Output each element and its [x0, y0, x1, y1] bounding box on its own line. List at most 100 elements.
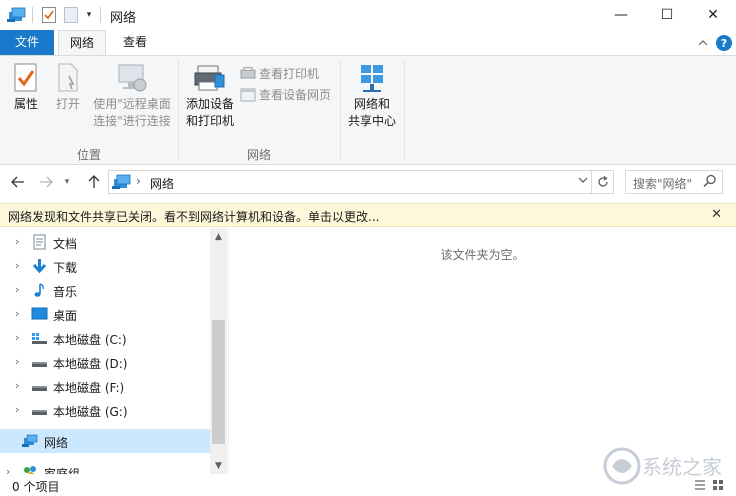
scroll-down-icon[interactable]: ▼	[210, 457, 227, 474]
expand-chevron-icon[interactable]: ›	[15, 283, 19, 296]
remote-desktop-label-line1: 使用"远程桌面	[93, 97, 171, 111]
music-icon	[34, 283, 44, 297]
recent-locations-chevron-icon[interactable]: ▾	[60, 172, 74, 192]
breadcrumb-chevron-icon[interactable]: ›	[136, 174, 141, 188]
tree-item-documents[interactable]: › 文档	[0, 230, 210, 254]
address-bar[interactable]: › 网络	[108, 170, 592, 194]
expand-chevron-icon[interactable]: ›	[15, 403, 19, 416]
forward-button[interactable]	[36, 172, 56, 192]
minimize-button[interactable]: —	[598, 0, 644, 30]
tree-item-drive-d[interactable]: › 本地磁盘 (D:)	[0, 350, 210, 374]
scrollbar-thumb[interactable]	[212, 320, 225, 444]
window-title: 网络	[110, 11, 137, 26]
view-device-webpage-button[interactable]: 查看设备网页	[240, 86, 331, 103]
add-device-label-line2: 和打印机	[185, 114, 234, 128]
expand-chevron-icon[interactable]: ›	[15, 331, 19, 344]
network-center-icon	[361, 65, 383, 92]
new-folder-quick-icon[interactable]	[62, 5, 80, 25]
help-icon[interactable]: ?	[716, 35, 732, 51]
download-icon	[32, 259, 47, 274]
tree-item-label: 本地磁盘 (G:)	[53, 405, 128, 419]
tree-item-homegroup[interactable]: › 家庭组	[0, 460, 210, 474]
refresh-icon	[597, 176, 608, 187]
up-arrow-icon	[88, 175, 100, 188]
tree-item-label: 家庭组	[44, 467, 81, 474]
tree-item-label: 本地磁盘 (D:)	[53, 357, 128, 371]
network-discovery-info-bar[interactable]: 网络发现和文件共享已关闭。看不到网络计算机和设备。单击以更改... ✕	[0, 203, 736, 227]
maximize-button[interactable]: ☐	[644, 0, 690, 30]
view-printers-icon	[240, 66, 256, 78]
group-label-network: 网络	[246, 148, 271, 162]
navigation-pane: › 文档 › 下载 › 音乐 › 桌面 › 本地磁盘 (C:) › 本地磁盘 (…	[0, 228, 228, 474]
file-list-area[interactable]: 该文件夹为空。	[229, 228, 736, 474]
tree-item-label: 音乐	[53, 285, 78, 299]
tree-item-label: 网络	[44, 436, 69, 450]
add-device-label-line1: 添加设备	[185, 97, 234, 111]
drive-icon	[32, 386, 47, 391]
expand-chevron-icon[interactable]: ›	[15, 379, 19, 392]
back-button[interactable]	[8, 172, 28, 192]
group-separator	[340, 60, 341, 160]
tree-item-drive-c[interactable]: › 本地磁盘 (C:)	[0, 326, 210, 350]
network-sharing-center-button[interactable]: 网络和 共享中心	[344, 62, 400, 130]
tree-item-network[interactable]: 网络	[0, 429, 210, 453]
expand-chevron-icon[interactable]: ›	[15, 355, 19, 368]
tab-file[interactable]: 文件	[0, 30, 54, 55]
tree-item-label: 本地磁盘 (C:)	[53, 333, 127, 347]
document-icon	[33, 234, 46, 250]
open-button[interactable]: 打开	[50, 62, 86, 113]
homegroup-icon	[24, 466, 36, 474]
device-webpage-icon	[240, 88, 256, 101]
item-count: 0 个项目	[12, 480, 60, 494]
close-button[interactable]: ✕	[690, 0, 736, 30]
back-arrow-icon	[11, 176, 24, 188]
properties-quick-icon[interactable]	[40, 5, 58, 25]
remote-desktop-button[interactable]: 使用"远程桌面 连接"进行连接	[88, 62, 176, 130]
info-bar-close-icon[interactable]: ✕	[711, 207, 722, 222]
expand-chevron-icon[interactable]: ›	[15, 307, 19, 320]
search-placeholder: 搜索"网络"	[633, 177, 693, 191]
search-box[interactable]: 搜索"网络"	[625, 170, 723, 194]
customize-toolbar-chevron-icon[interactable]: ▾	[82, 5, 96, 25]
empty-folder-message: 该文件夹为空。	[440, 248, 525, 262]
desktop-icon	[31, 307, 48, 320]
tree-item-drive-g[interactable]: › 本地磁盘 (G:)	[0, 398, 210, 422]
address-dropdown-chevron-icon[interactable]	[578, 175, 588, 186]
open-label: 打开	[55, 97, 80, 111]
expand-chevron-icon[interactable]: ›	[6, 465, 10, 474]
up-button[interactable]	[84, 172, 104, 192]
add-device-button[interactable]: 添加设备 和打印机	[182, 62, 238, 130]
properties-icon	[14, 63, 37, 92]
forward-arrow-icon	[40, 176, 53, 188]
group-separator	[404, 60, 405, 160]
title-bar: ▾ 网络 — ☐ ✕	[0, 0, 736, 30]
toolbar-separator	[32, 7, 33, 23]
tree-item-music[interactable]: › 音乐	[0, 278, 210, 302]
network-center-label-line2: 共享中心	[347, 114, 396, 128]
remote-desktop-label-line2: 连接"进行连接	[93, 114, 171, 128]
network-breadcrumb-icon	[112, 174, 131, 189]
refresh-button[interactable]	[592, 170, 614, 194]
view-printers-button[interactable]: 查看打印机	[240, 65, 319, 82]
tree-item-downloads[interactable]: › 下载	[0, 254, 210, 278]
expand-chevron-icon[interactable]: ›	[15, 235, 19, 248]
tree-item-desktop[interactable]: › 桌面	[0, 302, 210, 326]
printer-icon	[194, 65, 225, 91]
expand-chevron-icon[interactable]: ›	[15, 259, 19, 272]
breadcrumb-network[interactable]: 网络	[150, 175, 174, 192]
collapse-ribbon-chevron-icon[interactable]	[694, 34, 712, 52]
network-app-icon[interactable]	[6, 5, 28, 25]
search-icon[interactable]	[703, 174, 717, 188]
tree-item-label: 桌面	[53, 309, 78, 323]
navigation-scrollbar[interactable]: ▲ ▼	[210, 228, 227, 474]
drive-icon	[32, 410, 47, 415]
tab-network[interactable]: 网络	[58, 30, 106, 56]
network-icon	[22, 434, 38, 447]
tree-item-drive-f[interactable]: › 本地磁盘 (F:)	[0, 374, 210, 398]
scroll-up-icon[interactable]: ▲	[210, 228, 227, 245]
properties-label: 属性	[13, 97, 38, 111]
group-separator	[178, 60, 179, 160]
info-bar-message[interactable]: 网络发现和文件共享已关闭。看不到网络计算机和设备。单击以更改...	[8, 208, 379, 225]
tab-view[interactable]: 查看	[112, 30, 158, 55]
properties-button[interactable]: 属性	[6, 62, 46, 113]
